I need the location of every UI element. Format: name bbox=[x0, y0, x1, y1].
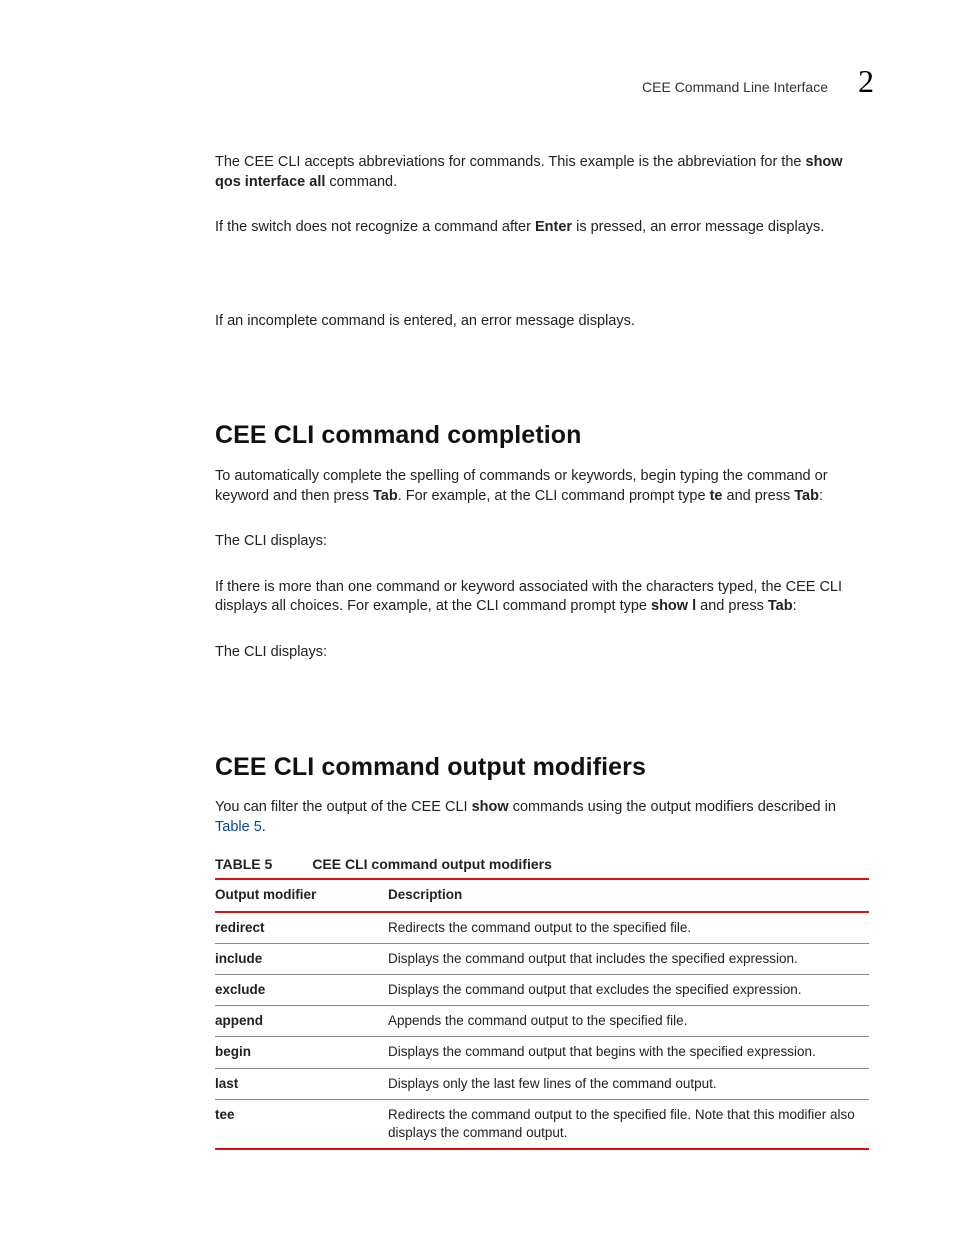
table-label: TABLE 5 bbox=[215, 856, 272, 872]
table-reference-link[interactable]: Table 5 bbox=[215, 819, 262, 835]
text-run: : bbox=[793, 598, 797, 614]
body-text: To automatically complete the spelling o… bbox=[215, 467, 869, 506]
modifier-description: Displays the command output that exclude… bbox=[388, 974, 869, 1005]
body-text: The CLI displays: bbox=[215, 643, 869, 663]
section-heading: CEE CLI command output modifiers bbox=[215, 751, 869, 785]
table-row: excludeDisplays the command output that … bbox=[215, 974, 869, 1005]
command-text: show l bbox=[651, 598, 696, 614]
text-run: If the switch does not recognize a comma… bbox=[215, 219, 535, 235]
modifier-name: tee bbox=[215, 1099, 388, 1149]
modifier-name: redirect bbox=[215, 912, 388, 944]
modifier-name: include bbox=[215, 943, 388, 974]
modifier-description: Redirects the command output to the spec… bbox=[388, 912, 869, 944]
modifier-description: Displays the command output that begins … bbox=[388, 1037, 869, 1068]
key-name: Tab bbox=[768, 598, 793, 614]
text-run: commands using the output modifiers desc… bbox=[509, 799, 836, 815]
modifier-name: append bbox=[215, 1006, 388, 1037]
table-row: appendAppends the command output to the … bbox=[215, 1006, 869, 1037]
command-text: show bbox=[472, 799, 509, 815]
chapter-number: 2 bbox=[858, 60, 874, 103]
page-header: CEE Command Line Interface 2 bbox=[75, 60, 874, 103]
table-row: redirectRedirects the command output to … bbox=[215, 912, 869, 944]
modifier-description: Displays the command output that include… bbox=[388, 943, 869, 974]
text-run: command. bbox=[325, 174, 397, 190]
table-row: lastDisplays only the last few lines of … bbox=[215, 1068, 869, 1099]
text-run: . bbox=[262, 819, 266, 835]
text-run: . For example, at the CLI command prompt… bbox=[398, 488, 710, 504]
table-header-cell: Output modifier bbox=[215, 879, 388, 911]
modifier-name: begin bbox=[215, 1037, 388, 1068]
text-run: and press bbox=[722, 488, 794, 504]
key-name: Tab bbox=[373, 488, 398, 504]
table-row: teeRedirects the command output to the s… bbox=[215, 1099, 869, 1149]
body-text: The CEE CLI accepts abbreviations for co… bbox=[215, 153, 869, 192]
text-run: : bbox=[819, 488, 823, 504]
key-name: Enter bbox=[535, 219, 572, 235]
section-heading: CEE CLI command completion bbox=[215, 419, 869, 453]
command-text: te bbox=[710, 488, 723, 504]
body-text: If there is more than one command or key… bbox=[215, 578, 869, 617]
text-run: and press bbox=[696, 598, 768, 614]
text-run: is pressed, an error message displays. bbox=[572, 219, 824, 235]
table-row: includeDisplays the command output that … bbox=[215, 943, 869, 974]
table-caption: TABLE 5 CEE CLI command output modifiers bbox=[215, 855, 869, 874]
page-content: The CEE CLI accepts abbreviations for co… bbox=[75, 153, 879, 1150]
modifier-name: exclude bbox=[215, 974, 388, 1005]
body-text: You can filter the output of the CEE CLI… bbox=[215, 798, 869, 837]
text-run: You can filter the output of the CEE CLI bbox=[215, 799, 472, 815]
table-title: CEE CLI command output modifiers bbox=[312, 856, 552, 872]
body-text: The CLI displays: bbox=[215, 532, 869, 552]
modifier-description: Redirects the command output to the spec… bbox=[388, 1099, 869, 1149]
body-text: If an incomplete command is entered, an … bbox=[215, 312, 869, 332]
table-row: beginDisplays the command output that be… bbox=[215, 1037, 869, 1068]
table-header-cell: Description bbox=[388, 879, 869, 911]
modifier-description: Appends the command output to the specif… bbox=[388, 1006, 869, 1037]
key-name: Tab bbox=[794, 488, 819, 504]
modifier-description: Displays only the last few lines of the … bbox=[388, 1068, 869, 1099]
modifier-name: last bbox=[215, 1068, 388, 1099]
body-text: If the switch does not recognize a comma… bbox=[215, 218, 869, 238]
text-run: The CEE CLI accepts abbreviations for co… bbox=[215, 154, 806, 170]
header-title: CEE Command Line Interface bbox=[642, 78, 828, 97]
modifiers-table: Output modifier Description redirectRedi… bbox=[215, 878, 869, 1150]
